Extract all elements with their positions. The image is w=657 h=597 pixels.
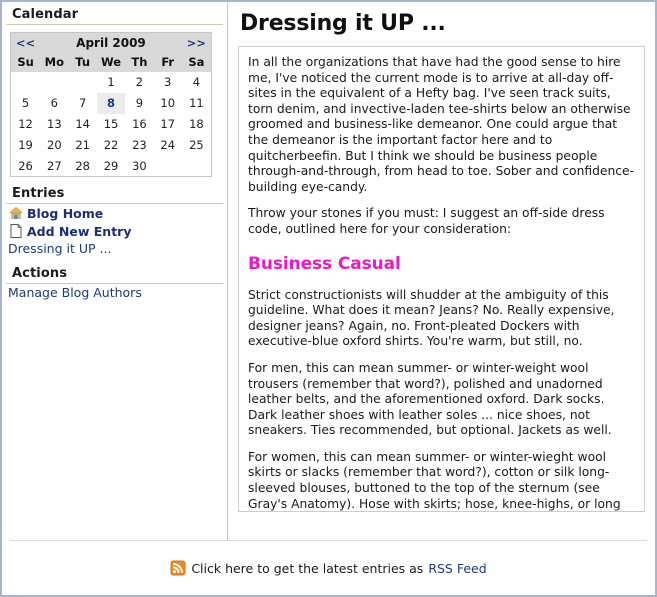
calendar-dayname: Su xyxy=(10,52,41,72)
calendar-day-empty xyxy=(11,72,41,93)
calendar-week-row: 1234 xyxy=(11,72,212,93)
calendar-widget: << April 2009 >> Su Mo Tu We Th Fr Sa 12… xyxy=(2,25,227,177)
entry-paragraph-2: Throw your stones if you must: I suggest… xyxy=(248,206,605,236)
calendar-day[interactable]: 15 xyxy=(97,114,125,135)
blog-entry-box: In all the organizations that have had t… xyxy=(238,46,645,512)
calendar-table: << April 2009 >> Su Mo Tu We Th Fr Sa 12… xyxy=(10,32,212,177)
calendar-dayname: Th xyxy=(125,52,154,72)
calendar-day[interactable]: 4 xyxy=(182,72,212,93)
calendar-day[interactable]: 13 xyxy=(40,114,68,135)
calendar-day[interactable]: 11 xyxy=(182,93,212,114)
calendar-dayname: Fr xyxy=(153,52,182,72)
calendar-week-row: 26 27 28 29 30 xyxy=(11,156,212,177)
calendar-month-title: April 2009 xyxy=(40,32,182,53)
calendar-day[interactable]: 22 xyxy=(97,135,125,156)
calendar-day-empty xyxy=(69,72,97,93)
calendar-nav-row: << April 2009 >> xyxy=(10,32,212,53)
entry-subheading: Business Casual xyxy=(248,253,401,274)
page-frame: Calendar << April 2009 >> Su Mo Tu We Th… xyxy=(0,0,657,597)
content-columns: Calendar << April 2009 >> Su Mo Tu We Th… xyxy=(2,2,655,540)
sidebar-item-label: Blog Home xyxy=(27,205,104,221)
calendar-day[interactable]: 3 xyxy=(154,72,182,93)
calendar-day[interactable]: 25 xyxy=(182,135,212,156)
sidebar: Calendar << April 2009 >> Su Mo Tu We Th… xyxy=(2,2,228,540)
calendar-day[interactable]: 12 xyxy=(11,114,41,135)
calendar-day-empty xyxy=(182,156,212,177)
calendar-day[interactable]: 1 xyxy=(97,72,125,93)
entry-paragraph-1: In all the organizations that have had t… xyxy=(248,55,635,194)
footer-text: Click here to get the latest entries as xyxy=(191,560,424,576)
sidebar-item-post-link[interactable]: Dressing it UP ... xyxy=(2,240,227,257)
calendar-day[interactable]: 29 xyxy=(97,156,125,177)
calendar-day[interactable]: 28 xyxy=(69,156,97,177)
calendar-day[interactable]: 7 xyxy=(69,93,97,114)
home-icon xyxy=(8,205,24,221)
calendar-day-empty xyxy=(40,72,68,93)
calendar-day[interactable]: 19 xyxy=(11,135,41,156)
calendar-next-button[interactable]: >> xyxy=(181,32,212,53)
calendar-day[interactable]: 26 xyxy=(11,156,41,177)
rss-icon[interactable] xyxy=(170,560,186,576)
calendar-dayname: Tu xyxy=(68,52,97,72)
calendar-day[interactable]: 23 xyxy=(125,135,153,156)
calendar-day[interactable]: 2 xyxy=(125,72,153,93)
calendar-day-names-row: Su Mo Tu We Th Fr Sa xyxy=(10,52,212,72)
calendar-prev-button[interactable]: << xyxy=(10,32,41,53)
sidebar-item-manage-blog-authors[interactable]: Manage Blog Authors xyxy=(2,284,227,301)
calendar-day[interactable]: 21 xyxy=(69,135,97,156)
calendar-day[interactable]: 10 xyxy=(154,93,182,114)
calendar-dayname: We xyxy=(96,52,126,72)
calendar-week-row: 12 13 14 15 16 17 18 xyxy=(11,114,212,135)
calendar-day-selected[interactable]: 8 xyxy=(96,92,126,114)
actions-section-heading: Actions xyxy=(6,261,223,284)
footer: Click here to get the latest entries as … xyxy=(2,541,655,595)
calendar-day[interactable]: 27 xyxy=(40,156,68,177)
rss-feed-link[interactable]: RSS Feed xyxy=(428,561,486,576)
entries-section-heading: Entries xyxy=(6,181,223,204)
calendar-day[interactable]: 24 xyxy=(154,135,182,156)
calendar-day[interactable]: 18 xyxy=(182,114,212,135)
page-title: Dressing it UP ... xyxy=(240,11,446,36)
calendar-day[interactable]: 20 xyxy=(40,135,68,156)
calendar-week-row: 19 20 21 22 23 24 25 xyxy=(11,135,212,156)
calendar-day[interactable]: 17 xyxy=(154,114,182,135)
calendar-body: 1 2 3 4 5 6 7 8 9 10 11 12 13 14 15 16 17 18 19 20 21 22 23 24 2… xyxy=(11,72,212,177)
calendar-dayname: Sa xyxy=(181,52,212,72)
document-icon xyxy=(8,223,24,239)
calendar-day[interactable]: 30 xyxy=(125,156,153,177)
calendar-day-empty xyxy=(154,156,182,177)
calendar-day[interactable]: 14 xyxy=(69,114,97,135)
main-content: Dressing it UP ... In all the organizati… xyxy=(228,2,655,540)
calendar-day[interactable]: 6 xyxy=(40,93,68,114)
calendar-day[interactable]: 5 xyxy=(11,93,41,114)
entry-paragraph-5: For women, this can mean summer- or wint… xyxy=(248,449,621,511)
calendar-day[interactable]: 9 xyxy=(125,93,153,114)
calendar-day[interactable]: 16 xyxy=(125,114,153,135)
calendar-dayname: Mo xyxy=(40,52,69,72)
entry-paragraph-3: Strict constructionists will shudder at … xyxy=(248,287,615,349)
sidebar-item-add-new-entry[interactable]: Add New Entry xyxy=(2,222,227,240)
calendar-section-heading: Calendar xyxy=(6,2,223,25)
sidebar-item-label: Add New Entry xyxy=(27,223,132,239)
sidebar-item-blog-home[interactable]: Blog Home xyxy=(2,204,227,222)
entry-paragraph-4: For men, this can mean summer- or winter… xyxy=(248,360,612,438)
calendar-week-row: 5 6 7 8 9 10 11 xyxy=(11,92,212,114)
